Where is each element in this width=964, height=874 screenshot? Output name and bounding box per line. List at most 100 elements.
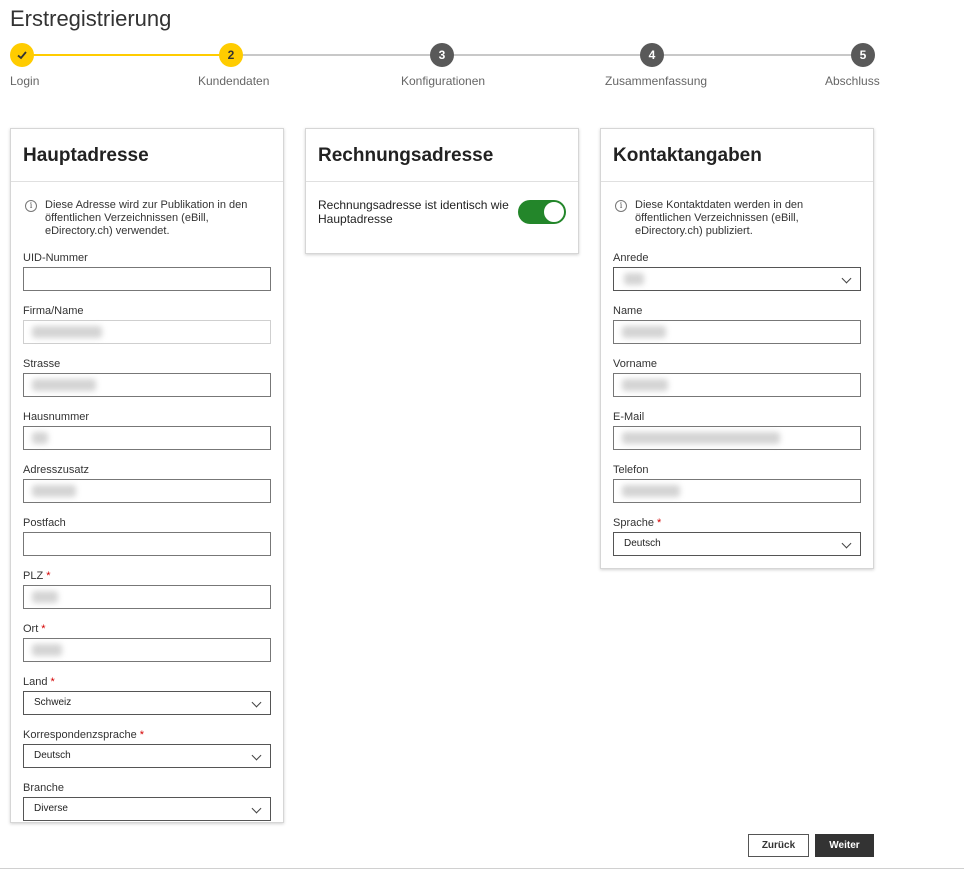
industry-select[interactable]: Diverse (23, 797, 271, 821)
step-konfigurationen-dot: 3 (430, 43, 454, 67)
city-field: Ort * (23, 622, 271, 662)
step-connector (442, 54, 652, 56)
step-login-label[interactable]: Login (10, 74, 39, 88)
correspondence-language-label: Korrespondenzsprache * (23, 729, 145, 741)
step-login-dot[interactable] (10, 43, 34, 67)
required-marker: * (41, 623, 46, 635)
back-button[interactable]: Zurück (748, 834, 809, 857)
zip-label: PLZ * (23, 570, 51, 582)
phone-input[interactable] (613, 479, 861, 503)
industry-field: Branche Diverse (23, 781, 271, 821)
po-box-field: Postfach (23, 516, 271, 556)
redacted-value (622, 326, 666, 338)
step-kundendaten-label: Kundendaten (198, 74, 270, 88)
required-marker: * (656, 517, 662, 529)
po-box-input[interactable] (23, 532, 271, 556)
salutation-select[interactable] (613, 267, 861, 291)
country-select-value: Schweiz (34, 697, 72, 708)
redacted-value (32, 644, 62, 656)
first-name-field: Vorname (613, 357, 861, 397)
redacted-value (622, 379, 668, 391)
email-input[interactable] (613, 426, 861, 450)
redacted-value (32, 379, 96, 391)
contact-info-text: Diese Kontaktdaten werden in den öffentl… (635, 199, 804, 237)
chevron-down-icon (251, 803, 262, 814)
step-kundendaten-dot: 2 (219, 43, 243, 67)
checkmark-icon (17, 51, 27, 60)
house-number-input[interactable] (23, 426, 271, 450)
house-number-label: Hausnummer (23, 411, 90, 423)
correspondence-language-value: Deutsch (34, 750, 71, 761)
name-field: Name (613, 304, 861, 344)
address-extra-label: Adresszusatz (23, 464, 90, 476)
page-title: Erstregistrierung (10, 6, 172, 31)
main-address-title: Hauptadresse (23, 145, 149, 166)
house-number-field: Hausnummer (23, 410, 271, 450)
redacted-value (624, 273, 644, 285)
zip-input[interactable] (23, 585, 271, 609)
redacted-value (32, 591, 58, 603)
language-select[interactable]: Deutsch (613, 532, 861, 556)
required-marker: * (139, 729, 145, 741)
redacted-value (32, 485, 76, 497)
address-extra-field: Adresszusatz (23, 463, 271, 503)
first-name-input[interactable] (613, 373, 861, 397)
redacted-value (622, 485, 680, 497)
industry-label: Branche (23, 782, 64, 794)
street-field: Strasse (23, 357, 271, 397)
company-field: Firma/Name (23, 304, 271, 344)
phone-label: Telefon (613, 464, 649, 476)
next-button[interactable]: Weiter (815, 834, 874, 857)
city-input[interactable] (23, 638, 271, 662)
main-address-header: Hauptadresse (11, 129, 283, 182)
po-box-label: Postfach (23, 517, 66, 529)
chevron-down-icon (841, 538, 852, 549)
salutation-field: Anrede (613, 251, 861, 291)
page-divider (0, 868, 964, 869)
name-input[interactable] (613, 320, 861, 344)
step-zusammenfassung-label: Zusammenfassung (605, 74, 708, 88)
email-field: E-Mail (613, 410, 861, 450)
correspondence-language-select[interactable]: Deutsch (23, 744, 271, 768)
contact-info: i Diese Kontaktdaten werden in den öffen… (613, 182, 861, 238)
country-select[interactable]: Schweiz (23, 691, 271, 715)
correspondence-language-field: Korrespondenzsprache * Deutsch (23, 728, 271, 768)
billing-address-title: Rechnungsadresse (318, 145, 494, 166)
step-konfigurationen-label: Konfigurationen (401, 74, 486, 88)
step-connector (232, 54, 442, 56)
contact-card: Kontaktangaben i Diese Kontaktdaten werd… (600, 128, 874, 569)
contact-header: Kontaktangaben (601, 129, 873, 182)
contact-title: Kontaktangaben (613, 145, 762, 166)
country-label: Land * (23, 676, 55, 688)
industry-select-value: Diverse (34, 803, 68, 814)
step-zusammenfassung-dot: 4 (640, 43, 664, 67)
street-input[interactable] (23, 373, 271, 397)
progress-stepper: 2 3 4 5 Login Kundendaten Konfiguratione… (10, 43, 880, 88)
main-address-info-text: Diese Adresse wird zur Publikation in de… (45, 199, 248, 237)
first-name-label: Vorname (613, 358, 658, 370)
step-connector (22, 54, 232, 56)
language-field: Sprache * Deutsch (613, 516, 861, 556)
city-label: Ort * (23, 623, 46, 635)
step-abschluss-dot: 5 (851, 43, 875, 67)
chevron-down-icon (841, 273, 852, 284)
name-label: Name (613, 305, 643, 317)
company-input[interactable] (23, 320, 271, 344)
required-marker: * (46, 570, 51, 582)
step-abschluss-label: Abschluss (825, 74, 880, 88)
address-extra-input[interactable] (23, 479, 271, 503)
country-field: Land * Schweiz (23, 675, 271, 715)
billing-same-row: Rechnungsadresse ist identisch wie Haupt… (318, 182, 566, 226)
email-label: E-Mail (613, 411, 645, 423)
company-label: Firma/Name (23, 305, 84, 317)
info-icon: i (615, 200, 627, 212)
language-select-value: Deutsch (624, 538, 661, 549)
uid-input[interactable] (23, 267, 271, 291)
uid-field: UID-Nummer (23, 251, 271, 291)
main-address-card: Hauptadresse i Diese Adresse wird zur Pu… (10, 128, 284, 823)
billing-same-toggle[interactable] (518, 200, 566, 224)
redacted-value (622, 432, 780, 444)
street-label: Strasse (23, 358, 61, 370)
required-marker: * (50, 676, 55, 688)
info-icon: i (25, 200, 37, 212)
